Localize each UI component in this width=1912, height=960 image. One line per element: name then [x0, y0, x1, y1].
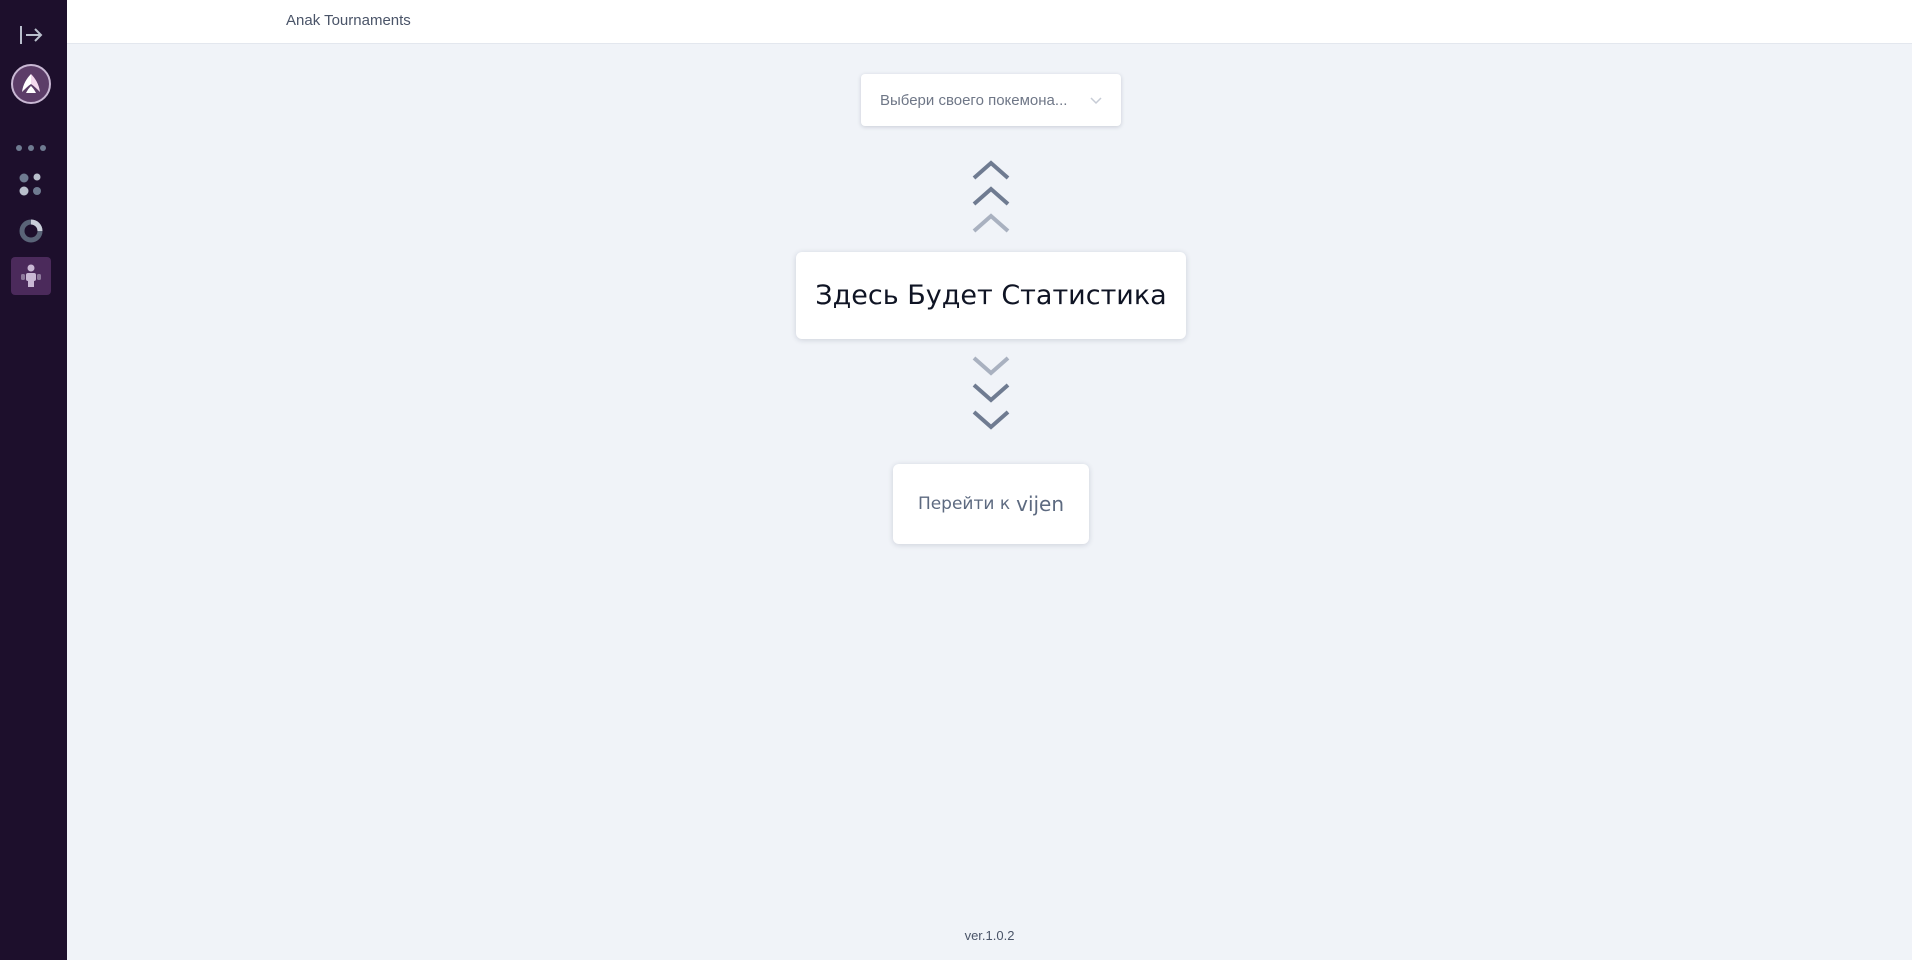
chevron-up-stack-icon [972, 160, 1010, 233]
sidebar [0, 0, 67, 960]
statistics-card: Здесь Будет Статистика [796, 252, 1186, 339]
goto-player-button[interactable]: Перейти к vijen [893, 464, 1089, 544]
version-label: ver.1.0.2 [964, 928, 1015, 943]
logo-icon [22, 74, 40, 93]
grid-dots-icon [19, 173, 41, 196]
more-menu-button[interactable] [14, 140, 48, 156]
chevron-down-icon [1090, 97, 1102, 105]
more-dots-icon [16, 145, 46, 151]
top-bar: Anak Tournaments [67, 0, 1912, 44]
collapse-sidebar-button[interactable] [16, 20, 46, 50]
goto-player-label: Перейти к [917, 494, 1011, 514]
sidebar-item-tournaments[interactable] [17, 171, 45, 199]
goto-player-name: vijen [1016, 492, 1065, 516]
statistics-text: Здесь Будет Статистика [815, 280, 1167, 311]
app-logo[interactable] [11, 64, 51, 104]
collapse-sidebar-icon [20, 26, 43, 44]
sidebar-item-statistics[interactable] [17, 217, 45, 245]
app-title[interactable]: Anak Tournaments [286, 12, 411, 29]
pokemon-select[interactable]: Выбери своего покемона... [861, 74, 1121, 126]
pokemon-select-placeholder: Выбери своего покемона... [880, 91, 1068, 109]
pie-chart-icon [19, 219, 43, 243]
chevron-down-stack-icon [972, 356, 1010, 430]
people-icon [21, 264, 41, 287]
sidebar-item-players[interactable] [11, 257, 51, 295]
